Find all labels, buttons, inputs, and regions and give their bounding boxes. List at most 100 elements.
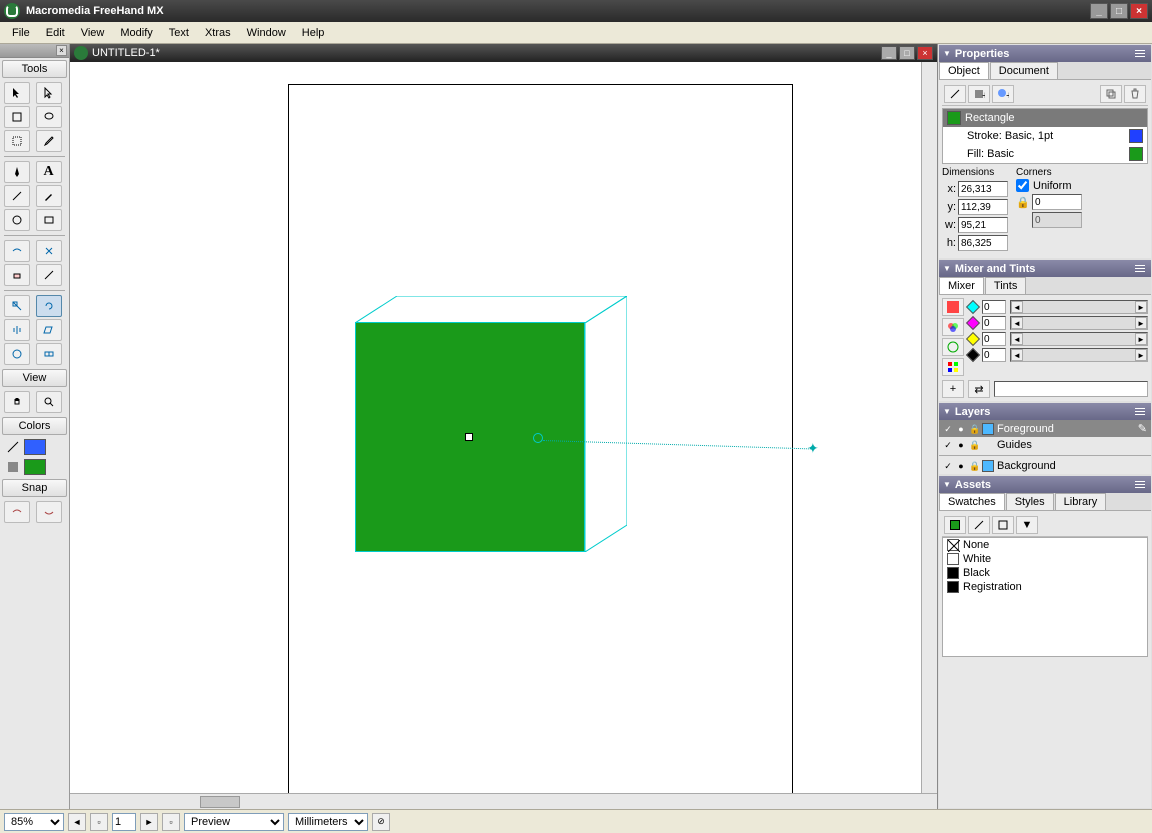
add-fill-button[interactable]: +: [968, 85, 990, 103]
visibility-icon[interactable]: ✓: [943, 424, 953, 434]
swap-color-button[interactable]: ⇄: [968, 380, 990, 398]
zoom-tool[interactable]: [36, 391, 62, 413]
black-slider[interactable]: ◄►: [1010, 348, 1148, 362]
prev-page-button[interactable]: ◄: [68, 813, 86, 831]
info-button[interactable]: ⊘: [372, 813, 390, 831]
fill-swatch-button[interactable]: [944, 516, 966, 534]
menu-text[interactable]: Text: [161, 25, 197, 41]
units-select[interactable]: Millimeters: [288, 813, 368, 831]
canvas[interactable]: ✦: [70, 62, 937, 793]
text-tool[interactable]: A: [36, 161, 62, 183]
zoom-select[interactable]: 85%: [4, 813, 64, 831]
black-input[interactable]: [982, 348, 1006, 362]
reshape-tool[interactable]: [36, 240, 62, 262]
reflect-tool[interactable]: [4, 319, 30, 341]
next-page-button[interactable]: ►: [140, 813, 158, 831]
uniform-checkbox[interactable]: [1016, 179, 1029, 192]
lock-icon[interactable]: 🔒: [969, 461, 979, 471]
print-icon[interactable]: ●: [956, 440, 966, 450]
mixer-header[interactable]: ▼ Mixer and Tints: [939, 260, 1151, 277]
both-swatch-button[interactable]: [992, 516, 1014, 534]
panel-options-icon[interactable]: [1133, 48, 1147, 60]
yellow-slider[interactable]: ◄►: [1010, 332, 1148, 346]
snap-object-tool[interactable]: [4, 501, 30, 523]
panel-options-icon[interactable]: [1133, 263, 1147, 275]
menu-modify[interactable]: Modify: [112, 25, 160, 41]
pointer-tool[interactable]: [4, 82, 30, 104]
subselect-tool[interactable]: [36, 82, 62, 104]
page-input[interactable]: [112, 813, 136, 831]
swatch-dropdown[interactable]: ▼: [1016, 516, 1038, 534]
tools-palette-close[interactable]: ×: [56, 45, 67, 56]
horizontal-scrollbar[interactable]: [70, 793, 937, 809]
scale-tool[interactable]: [4, 295, 30, 317]
output-area-tool[interactable]: [4, 130, 30, 152]
skew-tool[interactable]: [36, 319, 62, 341]
doc-close-button[interactable]: ×: [917, 46, 933, 60]
h-input[interactable]: [958, 235, 1008, 251]
layers-header[interactable]: ▼ Layers: [939, 403, 1151, 420]
stroke-color-swatch[interactable]: [24, 439, 46, 455]
freeform-tool[interactable]: [4, 240, 30, 262]
knife-tool[interactable]: [36, 264, 62, 286]
scrollbar-thumb[interactable]: [200, 796, 240, 808]
magenta-slider[interactable]: ◄►: [1010, 316, 1148, 330]
visibility-icon[interactable]: ✓: [943, 440, 953, 450]
print-icon[interactable]: ●: [956, 424, 966, 434]
tree-row-fill[interactable]: Fill: Basic: [943, 145, 1147, 163]
minimize-button[interactable]: _: [1090, 3, 1108, 19]
add-stroke-button[interactable]: [944, 85, 966, 103]
corner1-input[interactable]: [1032, 194, 1082, 210]
menu-edit[interactable]: Edit: [38, 25, 73, 41]
visibility-icon[interactable]: ✓: [943, 461, 953, 471]
tab-styles[interactable]: Styles: [1006, 493, 1054, 510]
eyedropper-tool[interactable]: [36, 130, 62, 152]
magenta-input[interactable]: [982, 316, 1006, 330]
fill-color-swatch[interactable]: [24, 459, 46, 475]
cyan-input[interactable]: [982, 300, 1006, 314]
page-nav-button[interactable]: ▫: [162, 813, 180, 831]
center-handle[interactable]: [465, 433, 473, 441]
maximize-button[interactable]: □: [1110, 3, 1128, 19]
color-well[interactable]: [994, 381, 1148, 397]
eraser-tool[interactable]: [4, 264, 30, 286]
swatch-white[interactable]: White: [943, 552, 1147, 566]
tree-row-rectangle[interactable]: Rectangle: [943, 109, 1147, 127]
blend-tool[interactable]: [36, 343, 62, 365]
panel-options-icon[interactable]: [1133, 479, 1147, 491]
rotation-center[interactable]: [533, 433, 543, 443]
assets-header[interactable]: ▼ Assets: [939, 476, 1151, 493]
menu-file[interactable]: File: [4, 25, 38, 41]
y-input[interactable]: [958, 199, 1008, 215]
layer-foreground[interactable]: ✓ ● 🔒 Foreground ✎: [939, 420, 1151, 437]
mixer-mode-cmyk[interactable]: [942, 318, 964, 336]
rotate-tool[interactable]: [36, 295, 62, 317]
doc-minimize-button[interactable]: _: [881, 46, 897, 60]
vertical-scrollbar[interactable]: [921, 62, 937, 793]
page-tool[interactable]: [4, 106, 30, 128]
lock-icon[interactable]: 🔒: [969, 440, 979, 450]
tree-row-stroke[interactable]: Stroke: Basic, 1pt: [943, 127, 1147, 145]
rectangle-tool[interactable]: [36, 209, 62, 231]
add-effect-button[interactable]: +: [992, 85, 1014, 103]
page-icon[interactable]: ▫: [90, 813, 108, 831]
vanishing-point[interactable]: ✦: [807, 443, 817, 453]
doc-maximize-button[interactable]: □: [899, 46, 915, 60]
layer-background[interactable]: ✓ ● 🔒 Background: [939, 458, 1151, 474]
swatch-registration[interactable]: Registration: [943, 580, 1147, 594]
mixer-mode-hls[interactable]: [942, 338, 964, 356]
menu-help[interactable]: Help: [294, 25, 333, 41]
mode-select[interactable]: Preview: [184, 813, 284, 831]
close-button[interactable]: ×: [1130, 3, 1148, 19]
swatch-none[interactable]: None: [943, 538, 1147, 552]
lock-icon[interactable]: 🔒: [969, 424, 979, 434]
tab-tints[interactable]: Tints: [985, 277, 1026, 294]
menu-view[interactable]: View: [73, 25, 113, 41]
x-input[interactable]: [958, 181, 1008, 197]
snap-point-tool[interactable]: [36, 501, 62, 523]
tab-object[interactable]: Object: [939, 62, 989, 79]
hand-tool[interactable]: [4, 391, 30, 413]
tab-mixer[interactable]: Mixer: [939, 277, 984, 294]
tab-library[interactable]: Library: [1055, 493, 1107, 510]
lasso-tool[interactable]: [36, 106, 62, 128]
